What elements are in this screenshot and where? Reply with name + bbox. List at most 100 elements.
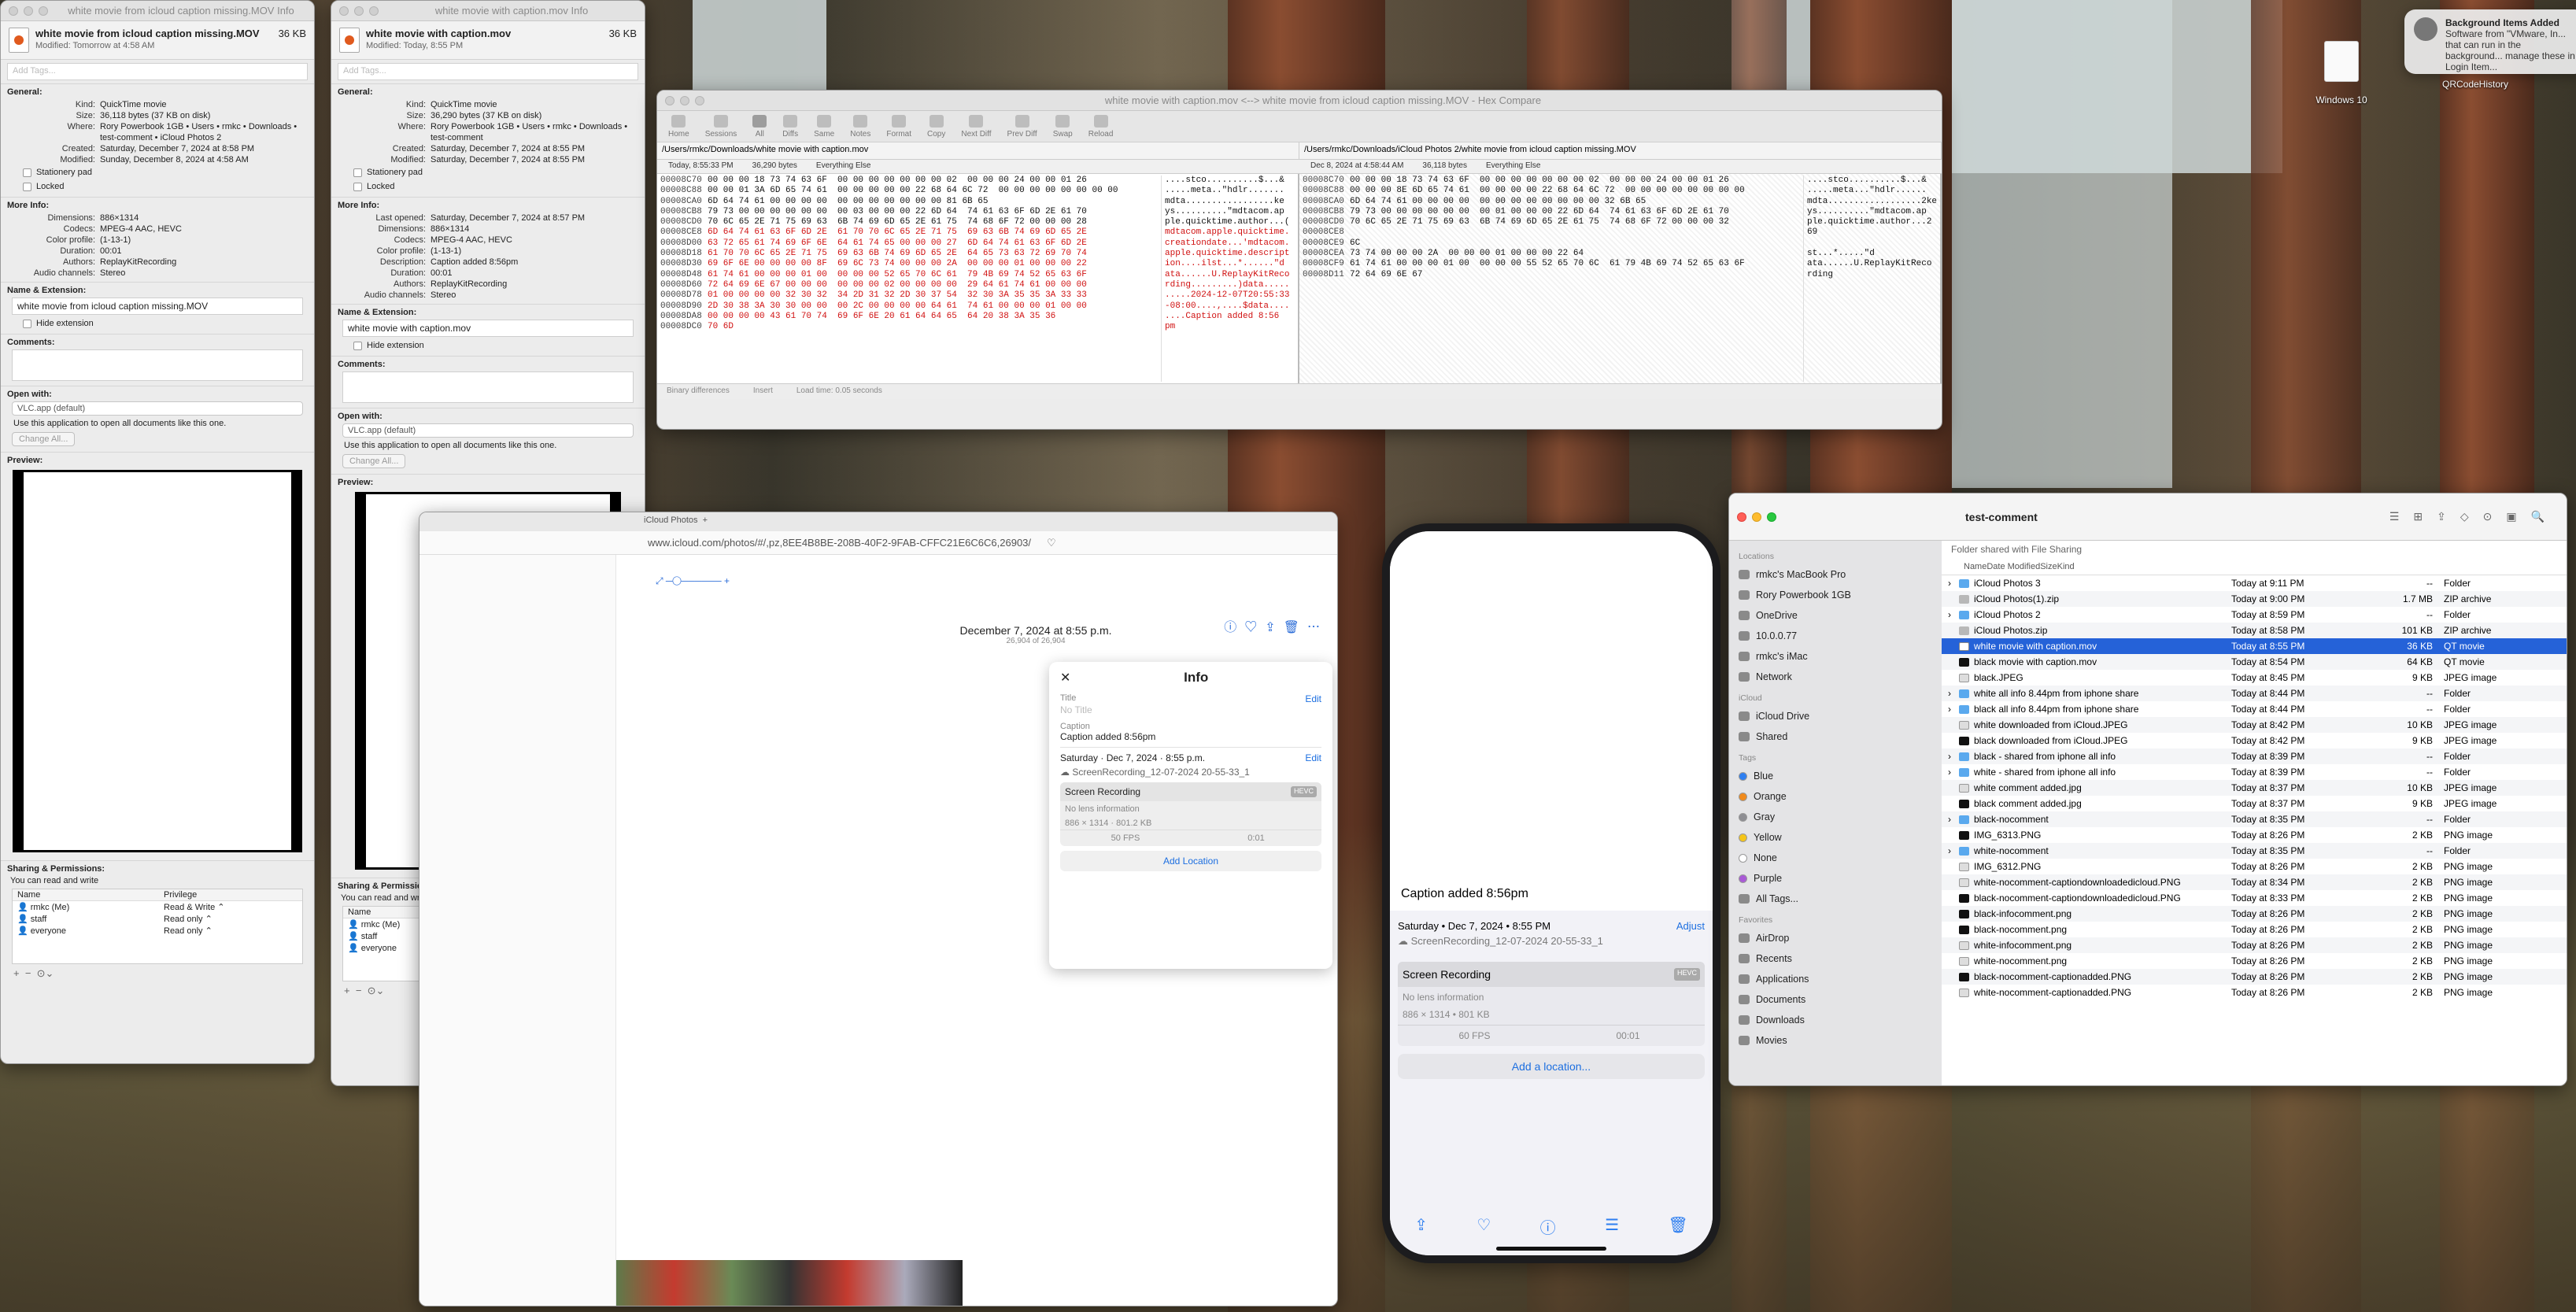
file-row[interactable]: black-nocomment-captionadded.PNG Today at…: [1942, 969, 2567, 985]
sidebar-item-icloud-drive[interactable]: iCloud Drive: [1739, 706, 1932, 726]
permission-privilege[interactable]: Read only ⌃: [164, 926, 298, 936]
file-row[interactable]: › iCloud Photos 2 Today at 8:59 PM -- Folder: [1942, 607, 2567, 623]
toolbar-reload-button[interactable]: Reload: [1088, 115, 1113, 139]
open-with-heading[interactable]: Open with:: [338, 412, 638, 421]
locked-checkbox[interactable]: Locked: [338, 179, 638, 194]
file-row[interactable]: white-nocomment-captiondownloadedicloud.…: [1942, 874, 2567, 890]
photo-thumbnail-strip[interactable]: [616, 1260, 963, 1306]
sidebar-item-purple[interactable]: Purple: [1739, 868, 1932, 889]
hex-bytes[interactable]: 79 73 00 00 00 00 00 00 00 03 00 00 00 2…: [708, 207, 1161, 217]
finder-titlebar[interactable]: test-comment ☰⊞⇪◇⊙▣🔍: [1729, 493, 2567, 541]
hex-bytes[interactable]: [1350, 227, 1803, 238]
info2-open-with-select[interactable]: VLC.app (default): [342, 423, 634, 438]
zoom-button[interactable]: [1767, 512, 1776, 522]
hex-bytes[interactable]: 69 6F 6E 00 00 00 00 8F 69 6C 73 74 00 0…: [708, 259, 1161, 269]
hide-extension-checkbox[interactable]: Hide extension: [338, 338, 638, 353]
hex-bytes[interactable]: 2D 30 38 3A 30 30 00 00 00 2C 00 00 00 0…: [708, 301, 1161, 312]
file-row[interactable]: white-nocomment.png Today at 8:26 PM 2 KB P…: [1942, 953, 2567, 969]
zoom-button[interactable]: [369, 6, 379, 16]
file-row[interactable]: black-nocomment.png Today at 8:26 PM 2 KB P…: [1942, 922, 2567, 937]
sidebar-item-movies[interactable]: Movies: [1739, 1030, 1932, 1051]
permissions-controls[interactable]: + − ⊙⌄: [7, 967, 308, 980]
sidebar-item-rmkc-s-macbook-pro[interactable]: rmkc's MacBook Pro: [1739, 564, 1932, 585]
change-all-button[interactable]: Change All...: [342, 454, 406, 468]
qrcodehistory-label[interactable]: QRCodeHistory: [2432, 79, 2519, 90]
hex-bytes[interactable]: 6D 64 74 61 63 6F 6D 2E 61 70 70 6C 65 2…: [708, 227, 1161, 238]
permissions-header[interactable]: NamePrivilege: [13, 889, 302, 901]
general-heading[interactable]: General:: [7, 87, 308, 97]
close-button[interactable]: [9, 6, 18, 16]
file-row[interactable]: white comment added.jpg Today at 8:37 PM 1…: [1942, 780, 2567, 796]
toolbar-swap-button[interactable]: Swap: [1053, 115, 1073, 139]
file-row[interactable]: black-infocomment.png Today at 8:26 PM 2 K…: [1942, 906, 2567, 922]
info2-titlebar[interactable]: white movie with caption.mov Info: [331, 1, 645, 21]
more-info-heading[interactable]: More Info:: [338, 201, 638, 210]
heart-icon[interactable]: ♡: [1476, 1215, 1491, 1238]
stationery-checkbox[interactable]: Stationery pad: [7, 165, 308, 179]
info1-open-with-select[interactable]: VLC.app (default): [12, 401, 303, 416]
sidebar-item-downloads[interactable]: Downloads: [1739, 1010, 1932, 1030]
file-row[interactable]: › iCloud Photos 3 Today at 9:11 PM -- Folder: [1942, 575, 2567, 591]
disclosure-icon[interactable]: ›: [1948, 578, 1954, 589]
hex-bytes[interactable]: 00 00 00 18 73 74 63 6F 00 00 00 00 00 0…: [1350, 176, 1803, 186]
info1-name-field[interactable]: white movie from icloud caption missing.…: [12, 298, 303, 315]
file-row[interactable]: › black - shared from iphone all info Toda…: [1942, 748, 2567, 764]
locked-checkbox[interactable]: Locked: [7, 179, 308, 194]
toolbar-copy-button[interactable]: Copy: [927, 115, 945, 139]
url-field[interactable]: www.icloud.com/photos/#/,pz,8EE4B8BE-208…: [648, 537, 1031, 549]
toolbar-format-button[interactable]: Format: [886, 115, 911, 139]
permission-privilege[interactable]: Read only ⌃: [164, 914, 298, 924]
privilege-column-header[interactable]: Privilege: [164, 890, 298, 900]
hex-bytes[interactable]: 6C: [1350, 238, 1803, 249]
toolbar-prev-diff-button[interactable]: Prev Diff: [1007, 115, 1037, 139]
info2-tags-field[interactable]: Add Tags...: [338, 63, 638, 80]
file-row[interactable]: black comment added.jpg Today at 8:37 PM 9…: [1942, 796, 2567, 811]
hex-bytes[interactable]: 01 00 00 00 00 32 30 32 34 2D 31 32 2D 3…: [708, 290, 1161, 301]
hex-bytes[interactable]: 61 74 61 00 00 00 01 00 00 00 00 55 52 6…: [1350, 259, 1803, 269]
file-row[interactable]: white movie with caption.mov Today at 8:5…: [1942, 638, 2567, 654]
hex-bytes[interactable]: 61 74 61 00 00 00 01 00 00 00 00 52 65 7…: [708, 270, 1161, 280]
file-row[interactable]: IMG_6313.PNG Today at 8:26 PM 2 KB PNG imag…: [1942, 827, 2567, 843]
comments-heading[interactable]: Comments:: [338, 360, 638, 369]
file-row[interactable]: white downloaded from iCloud.JPEG Today a…: [1942, 717, 2567, 733]
file-row[interactable]: white-infocomment.png Today at 8:26 PM 2 K…: [1942, 937, 2567, 953]
minimize-button[interactable]: [680, 95, 689, 105]
file-row[interactable]: black movie with caption.mov Today at 8:5…: [1942, 654, 2567, 670]
close-button[interactable]: [1737, 512, 1746, 522]
sharing-heading[interactable]: Sharing & Permissions:: [7, 864, 308, 874]
disclosure-icon[interactable]: ›: [1948, 704, 1954, 715]
name-extension-heading[interactable]: Name & Extension:: [7, 286, 308, 295]
hex-bytes[interactable]: 72 64 69 6E 67: [1350, 270, 1803, 280]
file-row[interactable]: › white - shared from iphone all info Toda…: [1942, 764, 2567, 780]
file-row[interactable]: › white-nocomment Today at 8:35 PM -- Folder: [1942, 843, 2567, 859]
trash-icon[interactable]: 🗑: [1668, 1215, 1687, 1238]
close-button[interactable]: [339, 6, 349, 16]
disclosure-icon[interactable]: ›: [1948, 814, 1954, 825]
info1-tags-field[interactable]: Add Tags...: [7, 63, 308, 80]
name-column-header[interactable]: Name: [17, 890, 164, 900]
file-row[interactable]: IMG_6312.PNG Today at 8:26 PM 2 KB PNG imag…: [1942, 859, 2567, 874]
permission-row[interactable]: 👤 everyone Read only ⌃: [13, 925, 302, 937]
file-row[interactable]: › black-nocomment Today at 8:35 PM -- Folder: [1942, 811, 2567, 827]
zoom-slider[interactable]: ⤢ ─◯────── +: [656, 575, 766, 586]
sidebar-item-applications[interactable]: Applications: [1739, 969, 1932, 989]
hide-extension-checkbox[interactable]: Hide extension: [7, 316, 308, 331]
title-placeholder[interactable]: No Title: [1060, 704, 1321, 715]
hex-bytes[interactable]: 00 00 00 18 73 74 63 6F 00 00 00 00 00 0…: [708, 176, 1161, 186]
toolbar-diffs-button[interactable]: Diffs: [782, 115, 798, 139]
toolbar-home-button[interactable]: Home: [668, 115, 689, 139]
hex-bytes[interactable]: 00 00 00 8E 6D 65 74 61 00 00 00 00 22 6…: [1350, 186, 1803, 196]
column-header-kind[interactable]: Kind: [2057, 562, 2075, 571]
icloud-photos-tab[interactable]: iCloud Photos: [644, 516, 698, 525]
finder-column-header[interactable]: Name Date Modified Size Kind: [1942, 558, 2567, 575]
sidebar-item-rmkc-s-imac[interactable]: rmkc's iMac: [1739, 646, 1932, 667]
sidebar-item-all-tags-[interactable]: All Tags...: [1739, 889, 1932, 909]
adjust-icon[interactable]: ☰: [1605, 1215, 1619, 1238]
hex-bytes[interactable]: 79 73 00 00 00 00 00 00 00 01 00 00 00 2…: [1350, 207, 1803, 217]
file-row[interactable]: iCloud Photos.zip Today at 8:58 PM 101 KB Z…: [1942, 623, 2567, 638]
info1-comments-field[interactable]: [12, 349, 303, 381]
hex-bytes[interactable]: 6D 64 74 61 00 00 00 00 00 00 00 00 00 0…: [708, 197, 1161, 207]
sidebar-item-orange[interactable]: Orange: [1739, 786, 1932, 807]
hex-bytes[interactable]: 00 00 00 00 43 61 70 74 69 6F 6E 20 61 6…: [708, 312, 1161, 322]
toolbar-next-diff-button[interactable]: Next Diff: [961, 115, 992, 139]
